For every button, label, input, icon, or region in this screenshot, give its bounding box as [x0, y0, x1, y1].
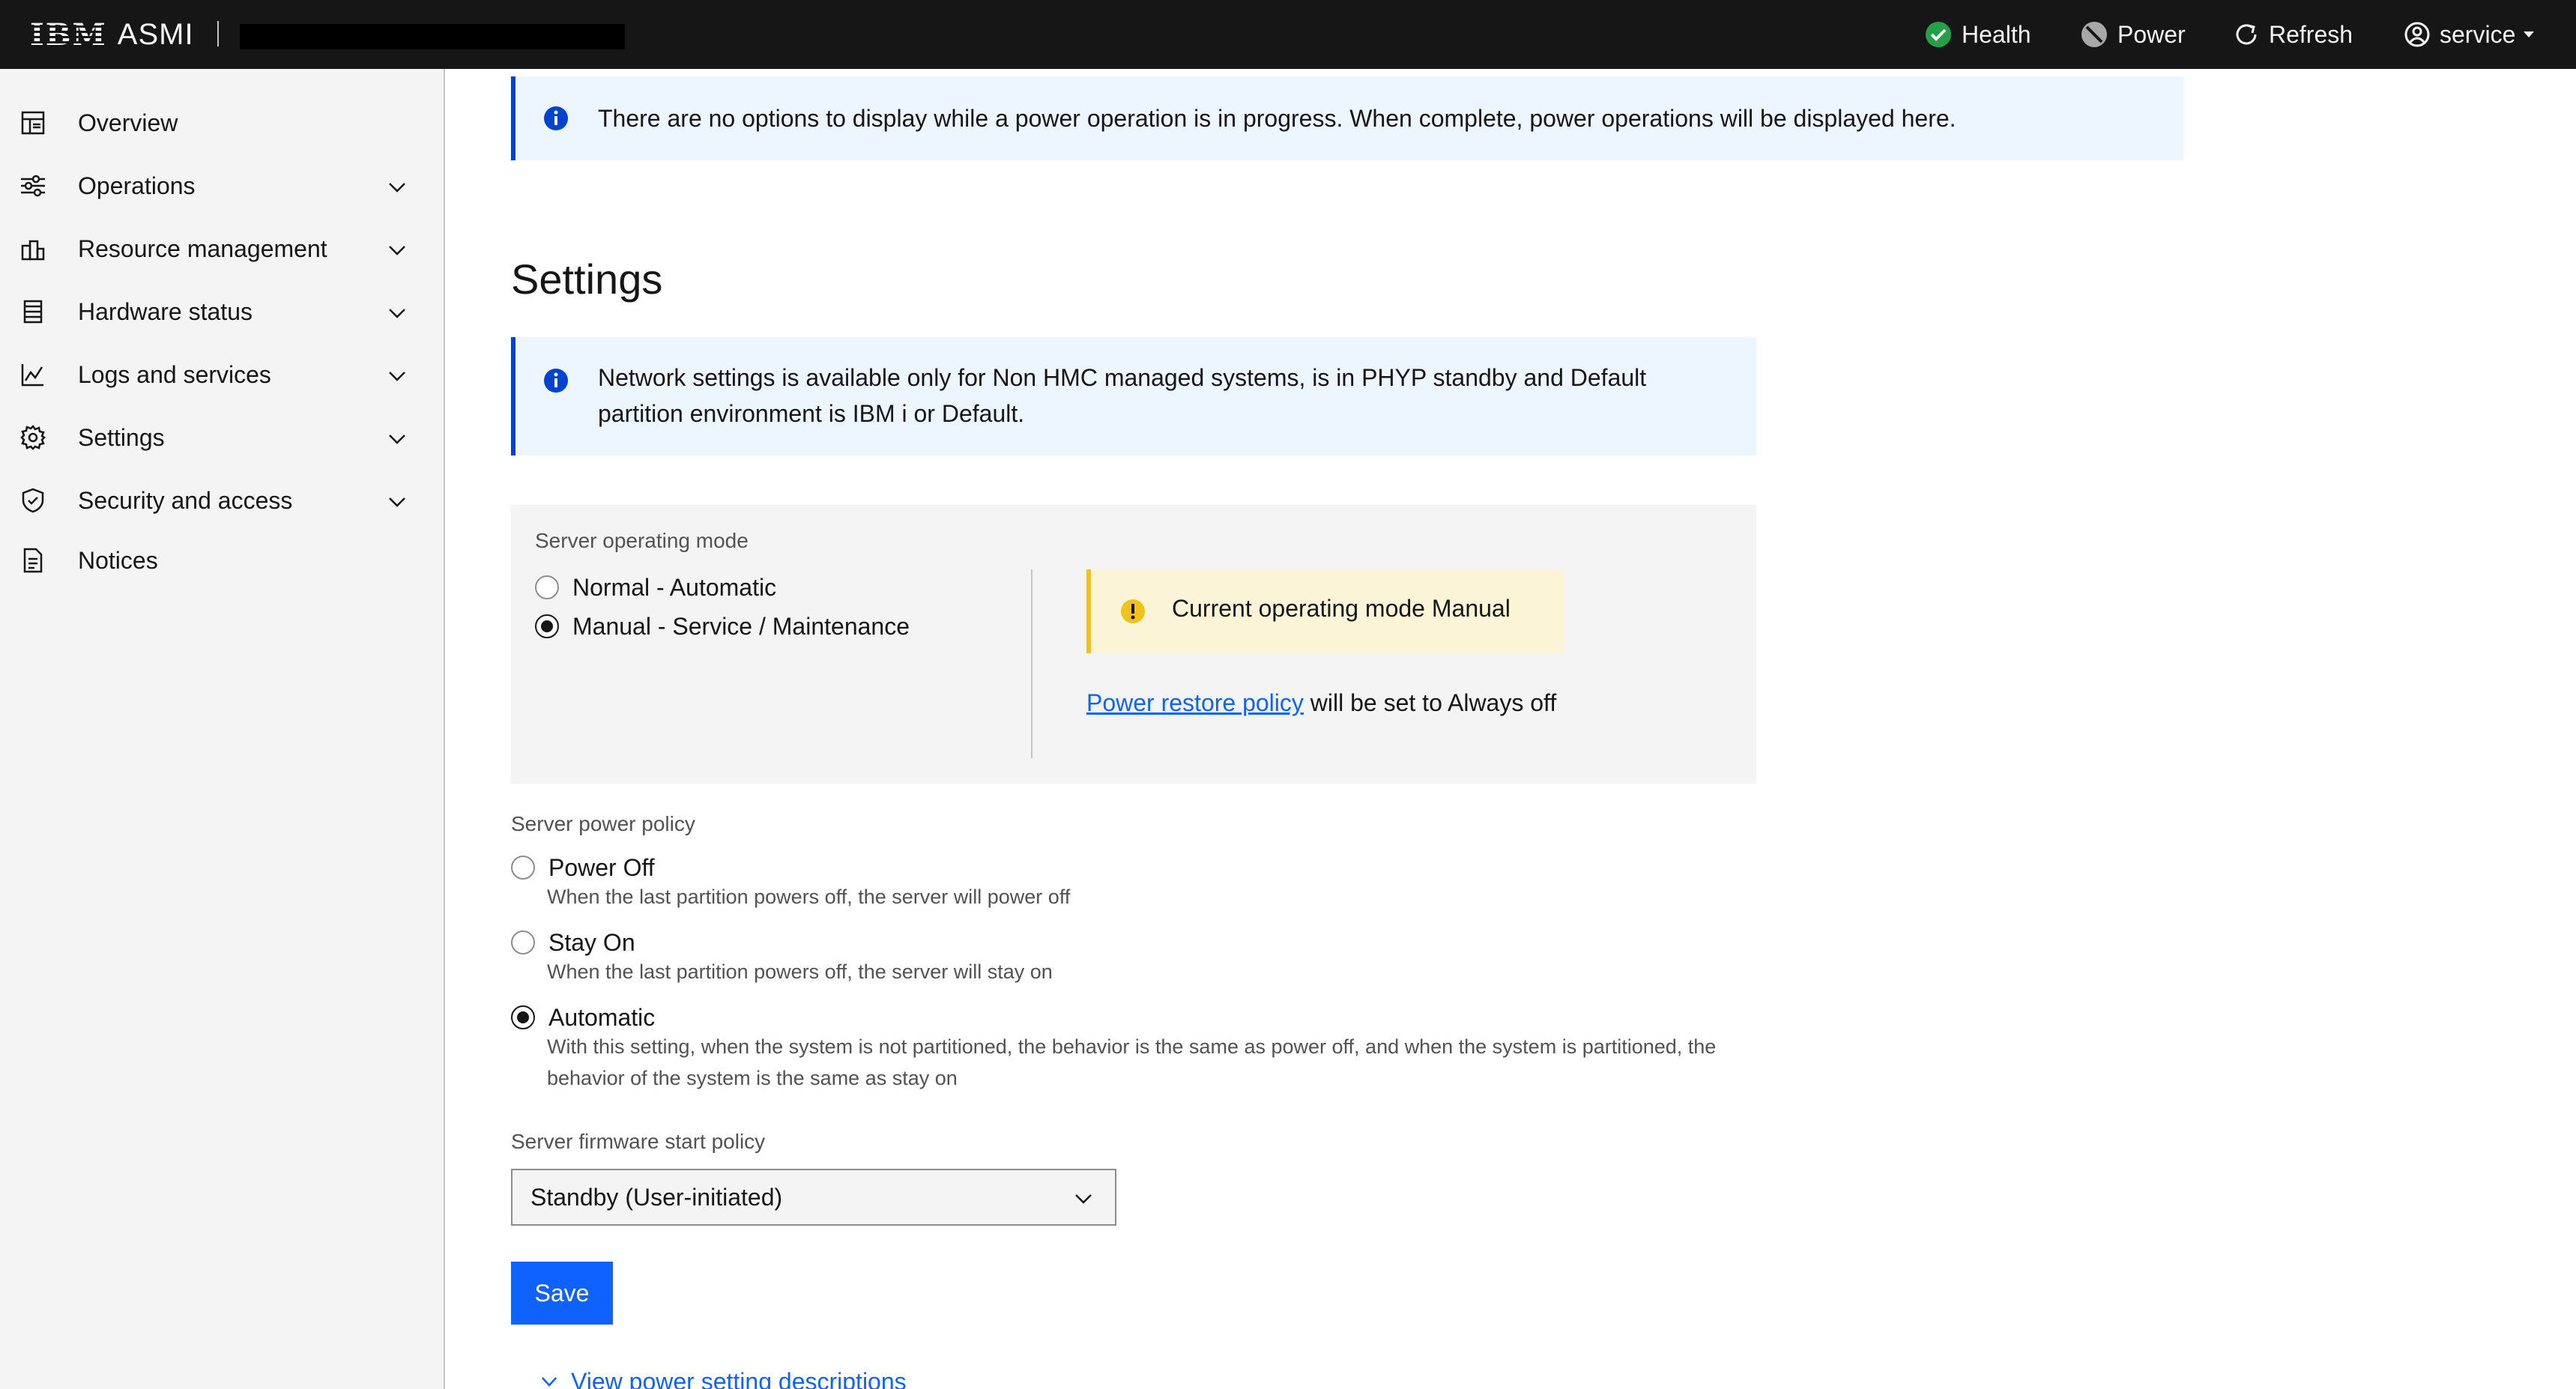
- radio-button-selected[interactable]: [535, 614, 559, 638]
- panel-divider: [1031, 569, 1032, 758]
- radio-automatic[interactable]: Automatic: [511, 999, 655, 1035]
- chevron-down-icon: [389, 497, 405, 507]
- sidebar-item-label: Settings: [78, 423, 165, 451]
- network-settings-notification: Network settings is available only for N…: [511, 337, 1756, 456]
- user-avatar-icon: [2404, 22, 2430, 47]
- chevron-down-icon: [389, 435, 405, 444]
- power-policy-label: Server power policy: [511, 812, 695, 835]
- header-divider: [217, 21, 219, 46]
- power-off-description: When the last partition powers off, the …: [547, 886, 1071, 908]
- document-icon: [23, 548, 43, 573]
- radio-manual-service[interactable]: Manual - Service / Maintenance: [535, 608, 910, 644]
- sidebar-item-label: Logs and services: [78, 360, 271, 388]
- refresh-label: Refresh: [2269, 20, 2353, 48]
- firmware-policy-select[interactable]: Standby (User-initiated): [511, 1169, 1116, 1226]
- redacted-system-name: [240, 24, 625, 49]
- radio-button[interactable]: [511, 856, 535, 880]
- sidebar-item-overview[interactable]: Overview: [0, 93, 444, 153]
- sidebar-item-label: Operations: [78, 172, 196, 199]
- select-value: Standby (User-initiated): [530, 1184, 783, 1211]
- ibm-asmi-logo[interactable]: IBM ASMI: [30, 16, 194, 52]
- shield-icon: [22, 488, 44, 513]
- caret-down-icon: [2524, 31, 2535, 37]
- view-power-descriptions-link[interactable]: View power setting descriptions: [538, 1364, 907, 1389]
- user-label: service: [2440, 20, 2516, 48]
- radio-normal-automatic[interactable]: Normal - Automatic: [535, 569, 776, 605]
- radio-button[interactable]: [535, 575, 559, 599]
- view-link-label: View power setting descriptions: [571, 1367, 907, 1389]
- page-title: Settings: [511, 255, 663, 303]
- chevron-down-icon: [541, 1377, 557, 1387]
- radio-button[interactable]: [511, 930, 535, 954]
- health-button[interactable]: Health: [1924, 16, 2031, 52]
- sliders-icon: [21, 175, 45, 197]
- operating-mode-label: Server operating mode: [535, 529, 749, 552]
- network-settings-message: Network settings is available only for N…: [598, 364, 1647, 427]
- chevron-down-icon: [389, 246, 405, 255]
- operating-mode-warning: Current operating mode Manual: [1086, 569, 1564, 653]
- radio-label: Power Off: [548, 853, 655, 881]
- radio-stay-on[interactable]: Stay On: [511, 925, 635, 960]
- power-restore-suffix: will be set to Always off: [1303, 689, 1557, 716]
- radio-button-selected[interactable]: [511, 1005, 535, 1029]
- chart-line-icon: [21, 364, 43, 387]
- radio-label: Automatic: [548, 1003, 656, 1031]
- radio-power-off[interactable]: Power Off: [511, 850, 655, 886]
- chevron-down-icon: [389, 372, 405, 381]
- sidebar-item-label: Overview: [78, 109, 178, 136]
- radio-label: Stay On: [548, 928, 635, 956]
- warning-message: Current operating mode Manual: [1172, 595, 1511, 622]
- sidebar-item-hardware-status[interactable]: Hardware status: [0, 282, 444, 342]
- side-navigation: Overview Operations Resource management …: [0, 69, 445, 1389]
- dashboard-icon: [21, 111, 45, 135]
- sidebar-item-resource-management[interactable]: Resource management: [0, 219, 444, 279]
- gear-icon: [20, 425, 46, 450]
- sidebar-item-notices[interactable]: Notices: [0, 530, 444, 590]
- info-icon: [544, 106, 568, 130]
- radio-label: Normal - Automatic: [572, 573, 777, 601]
- chevron-down-icon: [1075, 1194, 1092, 1204]
- power-label: Power: [2117, 20, 2186, 48]
- power-restore-policy-link[interactable]: Power restore policy: [1086, 689, 1304, 716]
- sidebar-item-label: Hardware status: [78, 297, 253, 325]
- server-icon: [23, 300, 43, 324]
- ibm-logo-text: IBM: [30, 16, 107, 52]
- stay-on-description: When the last partition powers off, the …: [547, 960, 1053, 983]
- power-restore-note: Power restore policy will be set to Alwa…: [1086, 685, 1581, 721]
- chevron-down-icon: [389, 309, 405, 318]
- top-header: IBM ASMI Health Power Refresh service: [0, 0, 2576, 69]
- refresh-button[interactable]: Refresh: [2233, 16, 2353, 52]
- power-operation-notification: There are no options to display while a …: [511, 76, 2183, 160]
- info-icon: [544, 369, 568, 393]
- sidebar-item-operations[interactable]: Operations: [0, 156, 444, 216]
- chevron-down-icon: [389, 183, 405, 193]
- sidebar-item-logs-and-services[interactable]: Logs and services: [0, 345, 444, 405]
- automatic-description: With this setting, when the system is no…: [547, 1035, 1717, 1089]
- sidebar-item-security-and-access[interactable]: Security and access: [0, 470, 444, 530]
- radio-label: Manual - Service / Maintenance: [572, 612, 910, 640]
- firmware-policy-label: Server firmware start policy: [511, 1130, 766, 1153]
- power-button[interactable]: Power: [2080, 16, 2186, 52]
- health-check-icon: [1926, 22, 1951, 47]
- health-label: Health: [1962, 20, 2031, 48]
- operating-mode-panel: Server operating mode Normal - Automatic…: [511, 505, 1756, 784]
- sidebar-item-label: Notices: [78, 546, 158, 574]
- save-button[interactable]: Save: [511, 1262, 613, 1325]
- sidebar-item-label: Resource management: [78, 234, 327, 262]
- warning-icon: [1121, 599, 1145, 623]
- sidebar-item-settings[interactable]: Settings: [0, 408, 444, 467]
- sidebar-item-label: Security and access: [78, 486, 293, 514]
- power-operation-message: There are no options to display while a …: [598, 105, 1956, 132]
- user-menu[interactable]: service: [2404, 16, 2545, 52]
- chart-icon: [21, 240, 45, 261]
- power-status-icon: [2081, 22, 2107, 47]
- app-name: ASMI: [117, 17, 194, 51]
- refresh-icon: [2236, 24, 2257, 45]
